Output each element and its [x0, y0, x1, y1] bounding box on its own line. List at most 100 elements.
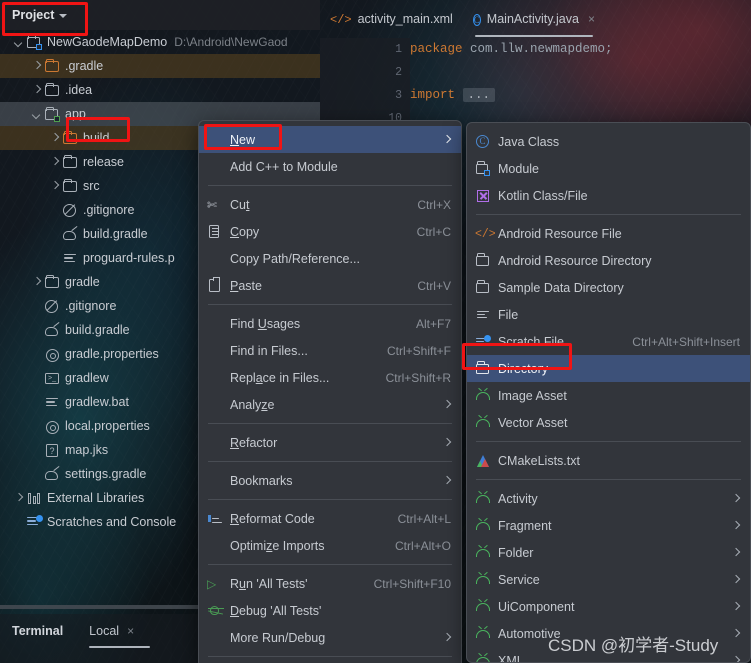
- menu-item[interactable]: Analyze: [199, 391, 461, 418]
- code-line-1: package com.llw.newmapdemo;: [410, 38, 751, 61]
- java-class-icon: C: [472, 14, 481, 26]
- tree-row-path: D:\Android\NewGaod: [174, 35, 288, 49]
- menu-item[interactable]: ✄ Cut Ctrl+X: [199, 191, 461, 218]
- tree-row[interactable]: NewGaodeMapDemo D:\Android\NewGaod: [0, 30, 320, 54]
- line-number: 1: [395, 43, 402, 56]
- blank-icon: [207, 397, 224, 413]
- chevron-right-icon[interactable]: [32, 62, 41, 71]
- tree-row-label: gradlew.bat: [65, 395, 129, 409]
- menu-item[interactable]: C Java Class: [467, 128, 750, 155]
- ide-window: Project NewGaodeMapDemo D:\Android\NewGao…: [0, 0, 751, 663]
- blank-icon: [207, 473, 224, 489]
- blank-icon: [207, 370, 224, 386]
- menu-item[interactable]: CMakeLists.txt: [467, 447, 750, 474]
- menu-item-label: New: [230, 132, 256, 147]
- menu-item[interactable]: Activity: [467, 485, 750, 512]
- menu-item[interactable]: Optimize Imports Ctrl+Alt+O: [199, 532, 461, 559]
- chevron-right-icon[interactable]: [50, 134, 59, 143]
- menu-item[interactable]: Sample Data Directory: [467, 274, 750, 301]
- menu-item[interactable]: Debug 'All Tests': [199, 597, 461, 624]
- menu-item[interactable]: More Run/Debug: [199, 624, 461, 651]
- editor-tab[interactable]: C MainActivity.java ×: [463, 0, 605, 38]
- menu-item-shortcut: Ctrl+Alt+L: [397, 511, 451, 526]
- menu-item[interactable]: UiComponent: [467, 593, 750, 620]
- project-view-label: Project: [12, 8, 55, 22]
- menu-separator: [476, 214, 741, 215]
- menu-item[interactable]: Refactor: [199, 429, 461, 456]
- menu-item-label: Service: [498, 572, 540, 587]
- menu-item[interactable]: Paste Ctrl+V: [199, 272, 461, 299]
- tree-row-label: proguard-rules.p: [83, 251, 175, 265]
- chevron-down-icon[interactable]: [32, 110, 41, 119]
- new-submenu[interactable]: C Java Class Module Kotlin Class/File </> And…: [466, 122, 751, 663]
- folded-imports-chip[interactable]: ...: [462, 88, 496, 102]
- menu-item[interactable]: Reformat Code Ctrl+Alt+L: [199, 505, 461, 532]
- menu-item[interactable]: Copy Path/Reference...: [199, 245, 461, 272]
- menu-item[interactable]: Vector Asset: [467, 409, 750, 436]
- menu-item[interactable]: Service: [467, 566, 750, 593]
- menu-item[interactable]: Find Usages Alt+F7: [199, 310, 461, 337]
- terminal-title: Terminal: [12, 624, 64, 638]
- menu-item[interactable]: Module: [467, 155, 750, 182]
- menu-item-label: Debug 'All Tests': [230, 603, 322, 618]
- terminal-tab-label: Local: [89, 624, 120, 638]
- folder-orange-icon: [62, 130, 78, 146]
- menu-item[interactable]: Scratch File Ctrl+Alt+Shift+Insert: [467, 328, 750, 355]
- tree-row[interactable]: .idea: [0, 78, 320, 102]
- chevron-right-icon[interactable]: [50, 158, 59, 167]
- menu-item[interactable]: Bookmarks: [199, 467, 461, 494]
- menu-item[interactable]: Find in Files... Ctrl+Shift+F: [199, 337, 461, 364]
- menu-item-label: UiComponent: [498, 599, 575, 614]
- editor-tab-bar[interactable]: </> activity_main.xml C MainActivity.java ×: [320, 0, 751, 38]
- chevron-right-icon[interactable]: [32, 278, 41, 287]
- menu-item[interactable]: Copy Ctrl+C: [199, 218, 461, 245]
- menu-item[interactable]: Replace in Files... Ctrl+Shift+R: [199, 364, 461, 391]
- menu-item-label: Find in Files...: [230, 343, 308, 358]
- blank-icon: [207, 251, 224, 267]
- menu-item-label: Optimize Imports: [230, 538, 325, 553]
- chevron-down-icon[interactable]: [14, 38, 23, 47]
- menu-item[interactable]: File: [467, 301, 750, 328]
- tree-row-label: gradlew: [65, 371, 109, 385]
- menu-item[interactable]: New: [199, 126, 461, 153]
- close-icon[interactable]: ×: [127, 624, 134, 638]
- tree-row-label: settings.gradle: [65, 467, 147, 481]
- chevron-right-icon[interactable]: [50, 182, 59, 191]
- module-icon: [26, 34, 42, 50]
- gradle-icon: [44, 322, 60, 338]
- chevron-down-icon: [59, 14, 68, 18]
- project-view-selector[interactable]: Project: [8, 5, 71, 25]
- menu-item-label: Bookmarks: [230, 473, 293, 488]
- menu-item-shortcut: Ctrl+C: [416, 224, 451, 239]
- tree-row-label: .idea: [65, 83, 93, 97]
- chevron-right-icon[interactable]: [32, 86, 41, 95]
- tree-row[interactable]: .gradle: [0, 54, 320, 78]
- menu-item[interactable]: Directory: [467, 355, 750, 382]
- chevron-right-icon[interactable]: [14, 494, 23, 503]
- menu-item[interactable]: Kotlin Class/File: [467, 182, 750, 209]
- menu-item[interactable]: </> Android Resource File: [467, 220, 750, 247]
- context-menu[interactable]: New Add C++ to Module ✄ Cut Ctrl+X Copy Ctrl+C…: [198, 120, 462, 663]
- close-icon[interactable]: ×: [588, 12, 595, 26]
- menu-item-shortcut: Ctrl+Shift+F10: [373, 576, 451, 591]
- android-icon: [475, 545, 492, 561]
- menu-item-label: Image Asset: [498, 388, 567, 403]
- menu-item-label: File: [498, 307, 519, 322]
- reformat-icon: [207, 511, 224, 527]
- menu-item[interactable]: Folder: [467, 539, 750, 566]
- menu-separator: [208, 423, 452, 424]
- menu-item[interactable]: Android Resource Directory: [467, 247, 750, 274]
- folder-icon: [475, 361, 492, 377]
- editor-code-area[interactable]: package com.llw.newmapdemo; import ...: [410, 38, 751, 128]
- tree-row-label: app: [65, 107, 86, 121]
- menu-item[interactable]: Fragment: [467, 512, 750, 539]
- terminal-tab-local[interactable]: Local ×: [89, 614, 150, 648]
- editor-tab[interactable]: </> activity_main.xml: [320, 0, 463, 38]
- editor-gutter: 1 2 3 10: [320, 38, 410, 128]
- menu-item[interactable]: ▷ Run 'All Tests' Ctrl+Shift+F10: [199, 570, 461, 597]
- menu-item[interactable]: Image Asset: [467, 382, 750, 409]
- menu-item[interactable]: Add C++ to Module: [199, 153, 461, 180]
- text-file-icon: [44, 394, 60, 410]
